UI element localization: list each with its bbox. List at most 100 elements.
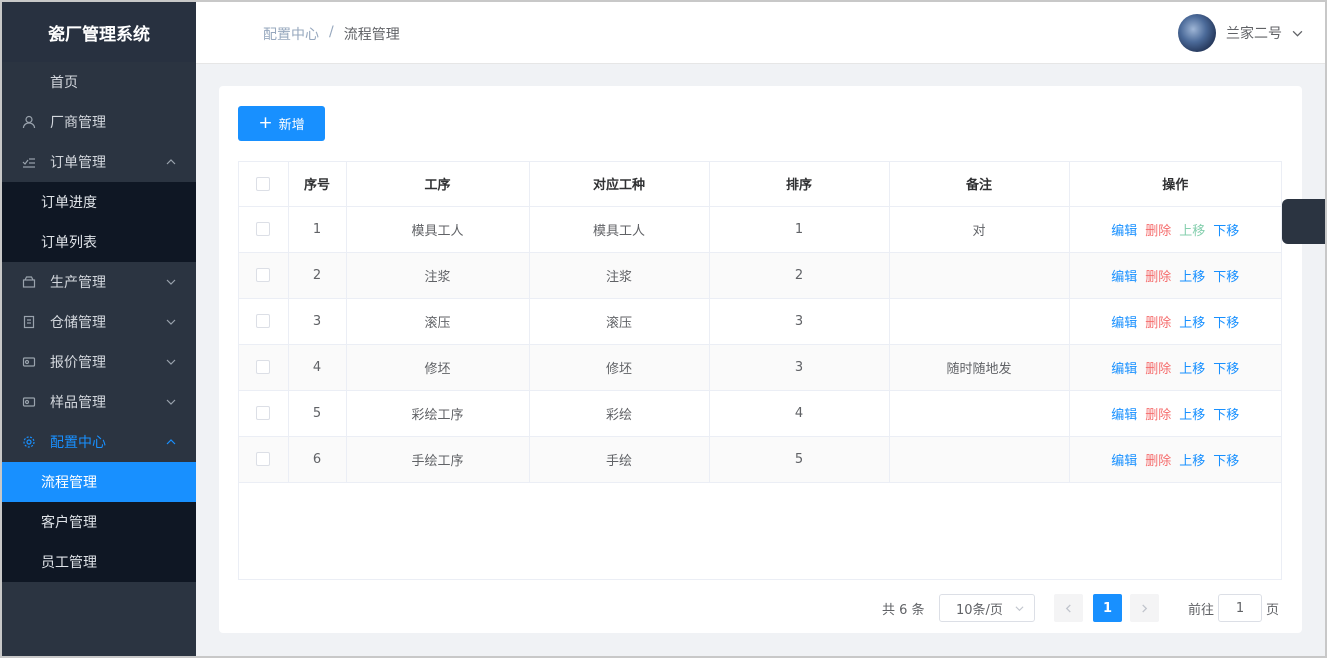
cell-note: 随时随地发 xyxy=(889,344,1070,391)
table-row: 2 注浆 注浆 2 编辑 删除 上移 下移 xyxy=(239,252,1281,299)
sidebar-item-label: 仓储管理 xyxy=(50,315,106,331)
row-checkbox[interactable] xyxy=(256,314,271,328)
move-down-link[interactable]: 下移 xyxy=(1213,362,1239,377)
edit-link[interactable]: 编辑 xyxy=(1111,408,1137,423)
table-row: 1 模具工人 模具工人 1 对编辑 删除 上移 下移 xyxy=(239,206,1281,253)
content-card: + 新增 序号 工序 对应工种 排序 备注 操作 1 模具工人 模具工人 1 对… xyxy=(219,86,1302,633)
move-up-link[interactable]: 上移 xyxy=(1179,454,1205,469)
cell-no: 1 xyxy=(288,206,347,253)
move-up-link[interactable]: 上移 xyxy=(1179,362,1205,377)
move-up-link[interactable]: 上移 xyxy=(1179,224,1205,239)
prev-page-button[interactable] xyxy=(1054,594,1083,622)
breadcrumb: 配置中心 / 流程管理 xyxy=(263,24,400,44)
column-header: 工序 xyxy=(346,162,530,207)
sidebar-item-vendors[interactable]: 厂商管理 xyxy=(2,102,196,142)
cell-order: 4 xyxy=(709,390,890,437)
row-checkbox[interactable] xyxy=(256,406,271,420)
goto-label: 前往 xyxy=(1188,603,1215,618)
delete-link[interactable]: 删除 xyxy=(1145,408,1171,423)
avatar[interactable] xyxy=(1178,14,1216,52)
move-down-link[interactable]: 下移 xyxy=(1213,408,1239,423)
box-icon xyxy=(22,276,36,288)
user-name[interactable]: 兰家二号 xyxy=(1226,23,1282,43)
process-table: 序号 工序 对应工种 排序 备注 操作 1 模具工人 模具工人 1 对编辑 删除 上移 下移 2… xyxy=(238,161,1282,580)
sidebar-item-samples[interactable]: 样品管理 xyxy=(2,382,196,422)
move-up-link[interactable]: 上移 xyxy=(1179,316,1205,331)
sidebar-item-production[interactable]: 生产管理 xyxy=(2,262,196,302)
move-up-link[interactable]: 上移 xyxy=(1179,270,1205,285)
cell-order: 1 xyxy=(709,206,890,253)
sidebar-item-label: 订单列表 xyxy=(41,235,97,251)
sidebar-item-quotes[interactable]: 报价管理 xyxy=(2,342,196,382)
sidebar-item-label: 厂商管理 xyxy=(50,115,106,131)
row-select-cell xyxy=(239,252,289,299)
cell-worker: 修坯 xyxy=(529,344,710,391)
sidebar-item-order-progress[interactable]: 订单进度 xyxy=(2,182,196,222)
column-header: 排序 xyxy=(709,162,890,207)
page-size-select[interactable]: 10条/页 xyxy=(939,594,1035,622)
page-size-value: 10条/页 xyxy=(956,602,1003,618)
plus-icon: + xyxy=(258,113,273,133)
delete-link[interactable]: 删除 xyxy=(1145,270,1171,285)
edit-link[interactable]: 编辑 xyxy=(1111,270,1137,285)
top-header: 配置中心 / 流程管理 兰家二号 xyxy=(196,2,1325,64)
chevron-down-icon xyxy=(1015,606,1024,612)
sidebar-item-process-mgmt[interactable]: 流程管理 xyxy=(2,462,196,502)
sidebar-item-order-list[interactable]: 订单列表 xyxy=(2,222,196,262)
row-checkbox[interactable] xyxy=(256,452,271,466)
edit-link[interactable]: 编辑 xyxy=(1111,454,1137,469)
move-up-link[interactable]: 上移 xyxy=(1179,408,1205,423)
edit-link[interactable]: 编辑 xyxy=(1111,362,1137,377)
breadcrumb-item-config[interactable]: 配置中心 xyxy=(263,24,319,44)
select-all-checkbox[interactable] xyxy=(256,176,271,191)
row-checkbox[interactable] xyxy=(256,360,271,374)
delete-link[interactable]: 删除 xyxy=(1145,362,1171,377)
cell-no: 2 xyxy=(288,252,347,299)
cell-no: 4 xyxy=(288,344,347,391)
cell-note xyxy=(889,252,1070,299)
cell-order: 5 xyxy=(709,436,890,483)
delete-link[interactable]: 删除 xyxy=(1145,316,1171,331)
sidebar: 瓷厂管理系统 首页 厂商管理 订单管理 订单进度 订单列表 生产管理 仓储管理 xyxy=(2,2,196,656)
sidebar-item-label: 首页 xyxy=(50,75,78,91)
move-down-link[interactable]: 下移 xyxy=(1213,270,1239,285)
delete-link[interactable]: 删除 xyxy=(1145,454,1171,469)
row-checkbox[interactable] xyxy=(256,268,271,282)
move-down-link[interactable]: 下移 xyxy=(1213,454,1239,469)
next-page-button[interactable] xyxy=(1130,594,1159,622)
cell-worker: 彩绘 xyxy=(529,390,710,437)
sidebar-item-warehouse[interactable]: 仓储管理 xyxy=(2,302,196,342)
sidebar-item-config[interactable]: 配置中心 xyxy=(2,422,196,462)
building-icon xyxy=(23,315,35,329)
move-down-link[interactable]: 下移 xyxy=(1213,316,1239,331)
edit-link[interactable]: 编辑 xyxy=(1111,316,1137,331)
settings-drawer-tab[interactable] xyxy=(1282,199,1325,244)
sidebar-item-staff-mgmt[interactable]: 员工管理 xyxy=(2,542,196,582)
goto-page-input[interactable] xyxy=(1218,594,1262,622)
cell-actions: 编辑 删除 上移 下移 xyxy=(1069,390,1281,437)
app-title: 瓷厂管理系统 xyxy=(2,2,196,62)
sidebar-item-orders[interactable]: 订单管理 xyxy=(2,142,196,182)
total-count: 共 6 条 xyxy=(882,603,925,618)
user-menu[interactable]: 兰家二号 xyxy=(1178,14,1303,52)
move-down-link[interactable]: 下移 xyxy=(1213,224,1239,239)
chevron-down-icon xyxy=(166,319,176,325)
chevron-down-icon[interactable] xyxy=(1292,28,1303,39)
edit-link[interactable]: 编辑 xyxy=(1111,224,1137,239)
add-button[interactable]: + 新增 xyxy=(238,106,325,141)
list-check-icon xyxy=(22,158,35,168)
page-number-current[interactable]: 1 xyxy=(1093,594,1122,622)
sidebar-item-home[interactable]: 首页 xyxy=(2,62,196,102)
column-header: 对应工种 xyxy=(529,162,710,207)
sidebar-item-label: 样品管理 xyxy=(50,395,106,411)
delete-link[interactable]: 删除 xyxy=(1145,224,1171,239)
sidebar-item-label: 员工管理 xyxy=(41,555,97,571)
cell-worker: 手绘 xyxy=(529,436,710,483)
sidebar-item-label: 订单管理 xyxy=(50,155,106,171)
sidebar-item-customer-mgmt[interactable]: 客户管理 xyxy=(2,502,196,542)
cell-note: 对 xyxy=(889,206,1070,253)
cell-actions: 编辑 删除 上移 下移 xyxy=(1069,206,1281,253)
column-header: 操作 xyxy=(1069,162,1281,207)
chevron-up-icon xyxy=(166,159,176,165)
row-checkbox[interactable] xyxy=(256,222,271,236)
